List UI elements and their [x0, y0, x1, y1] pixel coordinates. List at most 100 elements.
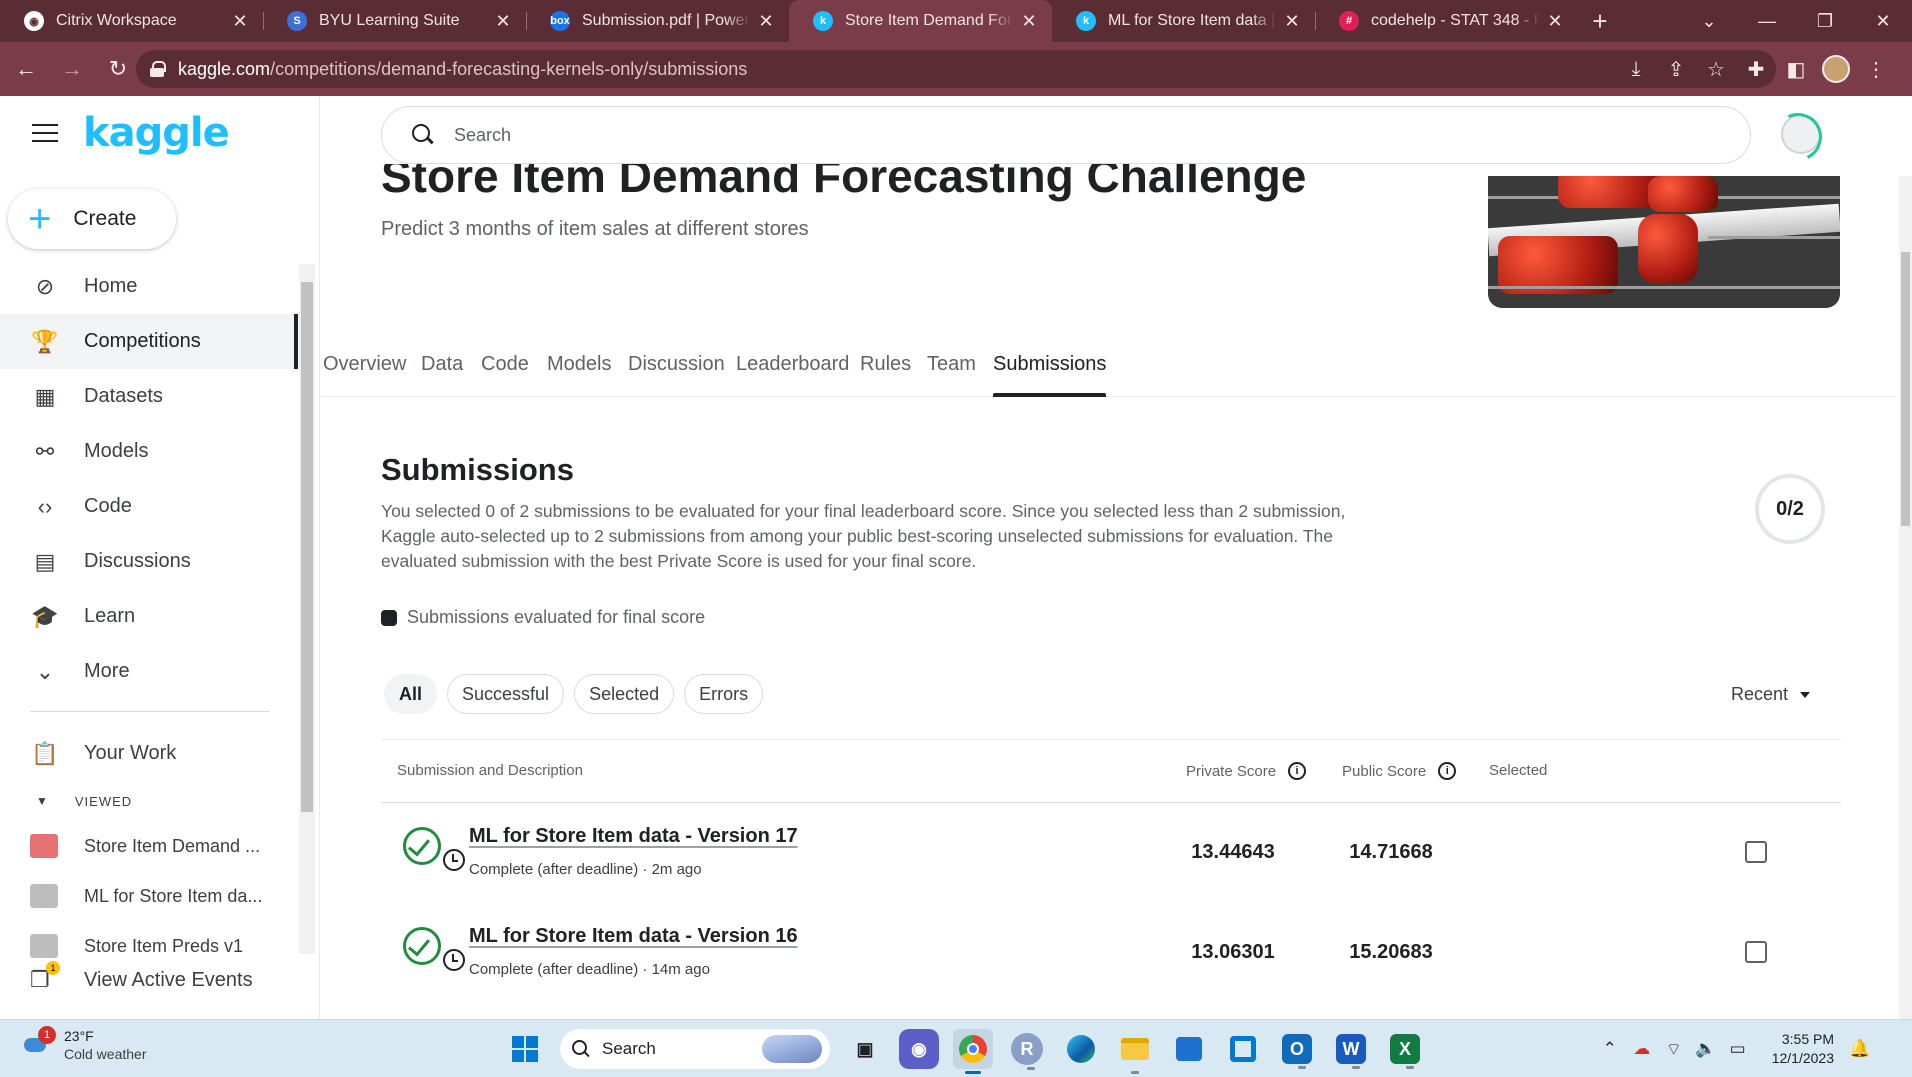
events-icon: ❐ 1 — [30, 961, 60, 993]
tab-overview[interactable]: Overview — [323, 353, 406, 397]
close-tab-icon[interactable]: ✕ — [1546, 11, 1564, 32]
edge-icon[interactable] — [1061, 1029, 1101, 1069]
browser-tab[interactable]: k Store Item Demand Forecasting ✕ — [789, 0, 1052, 42]
close-tab-icon[interactable]: ✕ — [231, 11, 249, 32]
viewed-header-label: VIEWED — [74, 793, 133, 809]
select-submission-checkbox[interactable] — [1745, 941, 1767, 963]
restore-button[interactable]: ❐ — [1796, 11, 1854, 32]
submission-name-link[interactable]: ML for Store Item data - Version 16 — [469, 925, 798, 948]
kaggle-logo[interactable]: kaggle — [83, 110, 230, 156]
filter-chip-selected[interactable]: Selected — [574, 674, 675, 714]
r-icon[interactable]: R — [1011, 1033, 1043, 1070]
sort-dropdown[interactable]: Recent — [1731, 684, 1811, 705]
competition-title: Store Item Demand Forecasting Challenge — [381, 164, 1307, 202]
minimize-button[interactable]: — — [1738, 11, 1796, 32]
sidebar-item-your-work[interactable]: 📋 Your Work — [0, 726, 298, 781]
close-window-button[interactable]: ✕ — [1854, 11, 1912, 32]
dropdown-arrow-icon — [1800, 691, 1811, 698]
viewed-header[interactable]: ▼ VIEWED — [0, 781, 298, 821]
outlook-icon[interactable]: O — [1282, 1034, 1312, 1069]
address-bar[interactable]: kaggle.com/competitions/demand-forecasti… — [136, 50, 1776, 88]
browser-tab[interactable]: ◉ Citrix Workspace ✕ — [0, 0, 263, 42]
reload-button[interactable]: ↻ — [98, 49, 138, 89]
filter-chip-successful[interactable]: Successful — [447, 674, 565, 714]
tab-code[interactable]: Code — [481, 353, 529, 397]
tab-favicon-icon: k — [1076, 11, 1096, 31]
profile-avatar[interactable] — [1822, 55, 1850, 83]
start-button[interactable] — [505, 1029, 545, 1069]
info-icon[interactable]: i — [1288, 762, 1307, 780]
filter-chip-errors[interactable]: Errors — [684, 674, 764, 714]
close-tab-icon[interactable]: ✕ — [1020, 11, 1038, 32]
sidebar-item-code[interactable]: ‹› Code — [0, 479, 298, 534]
hamburger-menu-icon[interactable] — [32, 124, 58, 144]
extensions-icon[interactable]: ✚ — [1736, 57, 1776, 82]
teams-chat-icon[interactable]: ◉ — [899, 1029, 939, 1069]
tab-data[interactable]: Data — [421, 353, 463, 397]
chrome-icon[interactable] — [953, 1029, 993, 1074]
battery-icon[interactable]: ▭ — [1722, 1039, 1754, 1059]
selection-counter: 0/2 — [1755, 474, 1825, 544]
close-tab-icon[interactable]: ✕ — [494, 11, 512, 32]
weather-widget[interactable]: 1 23°F Cold weather — [22, 1026, 147, 1062]
wifi-icon[interactable]: ⌔ — [1658, 1039, 1690, 1060]
cortana-icon[interactable] — [1223, 1029, 1263, 1069]
browser-tab[interactable]: S BYU Learning Suite ✕ — [263, 0, 526, 42]
close-tab-icon[interactable]: ✕ — [1283, 11, 1301, 32]
url-path: /competitions/demand-forecasting-kernels… — [270, 58, 748, 79]
sidebar-item-more[interactable]: ⌄ More — [0, 644, 298, 699]
sidebar-scrollbar[interactable] — [299, 264, 315, 954]
sidebar-item-datasets[interactable]: ▦ Datasets — [0, 369, 298, 424]
show-hidden-icons-icon[interactable]: ⌃ — [1594, 1039, 1626, 1059]
sidebar-item-learn[interactable]: 🎓 Learn — [0, 589, 298, 644]
search-icon — [412, 124, 434, 146]
sidebar-item-discussions[interactable]: ▤ Discussions — [0, 534, 298, 589]
search-bar[interactable]: Search — [381, 106, 1751, 164]
submission-name-link[interactable]: ML for Store Item data - Version 17 — [469, 825, 798, 848]
file-explorer-icon[interactable] — [1115, 1029, 1155, 1074]
task-view-icon[interactable]: ▣ — [845, 1029, 885, 1069]
tab-discussion[interactable]: Discussion — [628, 353, 725, 397]
viewed-item[interactable]: Store Item Demand ... — [0, 821, 298, 871]
browser-tab[interactable]: box Submission.pdf | Powered by Box ✕ — [526, 0, 789, 42]
back-button[interactable]: ← — [6, 49, 46, 89]
share-icon[interactable]: ⇪ — [1656, 57, 1696, 82]
sidebar-item-label: Competitions — [84, 330, 201, 352]
sidebar-item-home[interactable]: ⊘ Home — [0, 259, 298, 314]
close-tab-icon[interactable]: ✕ — [757, 11, 775, 32]
tab-models[interactable]: Models — [547, 353, 611, 397]
install-app-icon[interactable]: ⤓ — [1616, 58, 1656, 81]
onedrive-icon[interactable]: ☁ — [1626, 1039, 1658, 1059]
word-icon[interactable]: W — [1336, 1034, 1366, 1069]
view-active-events-link[interactable]: ❐ 1 View Active Events — [30, 960, 310, 1000]
browser-tab[interactable]: # codehelp - STAT 348 - Predictive ✕ — [1315, 0, 1578, 42]
taskbar-search[interactable]: Search — [560, 1029, 830, 1069]
tab-team[interactable]: Team — [927, 353, 976, 397]
side-panel-icon[interactable]: ◧ — [1776, 57, 1816, 82]
tab-search-icon[interactable]: ⌄ — [1680, 11, 1738, 32]
new-tab-button[interactable]: + — [1578, 0, 1622, 42]
bookmark-star-icon[interactable]: ☆ — [1696, 57, 1736, 82]
tab-leaderboard[interactable]: Leaderboard — [736, 353, 849, 397]
create-button[interactable]: + Create — [8, 189, 176, 249]
page-scrollbar[interactable] — [1899, 176, 1912, 1019]
volume-icon[interactable]: 🔈 — [1690, 1039, 1722, 1059]
viewed-item[interactable]: ML for Store Item da... — [0, 871, 298, 921]
user-avatar[interactable] — [1781, 114, 1821, 154]
store-icon[interactable] — [1169, 1029, 1209, 1069]
forward-button[interactable]: → — [52, 49, 92, 89]
sidebar-item-competitions[interactable]: 🏆 Competitions — [0, 314, 298, 369]
filter-chip-all[interactable]: All — [384, 674, 438, 714]
info-icon[interactable]: i — [1438, 762, 1457, 780]
tab-submissions[interactable]: Submissions — [993, 353, 1107, 397]
browser-tab[interactable]: k ML for Store Item data | Kaggle ✕ — [1052, 0, 1315, 42]
tab-rules[interactable]: Rules — [860, 353, 911, 397]
browser-menu-icon[interactable]: ⋮ — [1856, 57, 1896, 82]
select-submission-checkbox[interactable] — [1745, 841, 1767, 863]
submissions-table: Submission and Description Private Score… — [381, 739, 1841, 1003]
sidebar-item-models[interactable]: ⚯ Models — [0, 424, 298, 479]
notifications-icon[interactable]: 🔔 — [1844, 1039, 1876, 1059]
system-clock[interactable]: 3:55 PM 12/1/2023 — [1772, 1030, 1834, 1068]
excel-icon[interactable]: X — [1390, 1034, 1420, 1069]
submissions-description: You selected 0 of 2 submissions to be ev… — [381, 501, 1346, 571]
